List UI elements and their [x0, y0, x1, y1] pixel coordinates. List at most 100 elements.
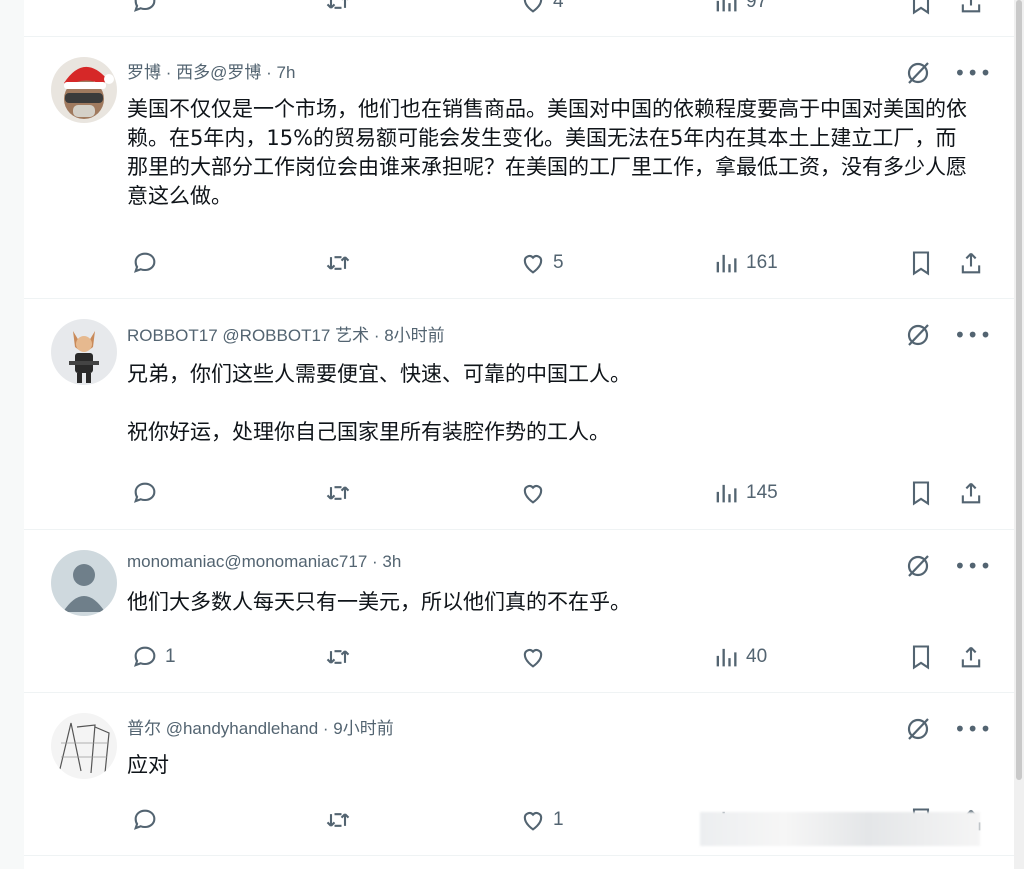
- heart-icon: [523, 649, 543, 668]
- separator: ·: [261, 63, 277, 82]
- author-name[interactable]: monomaniac@monomaniac717: [127, 552, 367, 571]
- reply-icon: [133, 809, 156, 830]
- view-count: 161: [746, 252, 778, 273]
- view-count: 145: [746, 482, 778, 503]
- like-count: 5: [553, 252, 564, 273]
- obscured-region: [700, 812, 980, 846]
- more-icon[interactable]: •••: [954, 63, 992, 83]
- share-button[interactable]: [957, 641, 985, 673]
- share-button[interactable]: [957, 477, 985, 509]
- views-icon: [716, 254, 737, 273]
- heart-icon: [523, 812, 543, 831]
- avatar[interactable]: [51, 57, 117, 123]
- repost-button[interactable]: [324, 477, 358, 509]
- reply-button[interactable]: [131, 804, 165, 836]
- action-bar: 145: [24, 477, 1014, 509]
- reply-icon: [133, 252, 156, 273]
- share-button[interactable]: [957, 247, 985, 279]
- share-icon: [961, 0, 981, 13]
- like-button[interactable]: [519, 477, 553, 509]
- like-count: 4: [553, 0, 564, 12]
- grok-icon[interactable]: [904, 321, 932, 349]
- avatar[interactable]: [51, 550, 117, 616]
- post-menu: •••: [904, 715, 991, 745]
- like-button[interactable]: [519, 641, 553, 673]
- grok-icon[interactable]: [904, 59, 932, 87]
- repost-icon: [326, 0, 349, 9]
- post-text: 兄弟，你们这些人需要便宜、快速、可靠的中国工人。 祝你好运，处理你自己国家里所有…: [127, 362, 631, 444]
- post-menu: •••: [904, 552, 991, 582]
- author-name[interactable]: 罗博 · 西多@罗博: [127, 63, 261, 82]
- action-bar: 5 161: [24, 247, 1014, 279]
- post[interactable]: 罗博 · 西多@罗博 · 7h ••• 美国不仅仅是一个市场，他们也在销售商品。…: [24, 37, 1014, 298]
- action-bar: 4 97: [24, 0, 1014, 18]
- views-button[interactable]: 161: [712, 247, 778, 279]
- scrollbar-thumb[interactable]: [1016, 0, 1022, 780]
- views-icon: [716, 0, 737, 12]
- repost-button[interactable]: [324, 247, 358, 279]
- share-button[interactable]: [957, 0, 985, 18]
- grok-icon[interactable]: [904, 715, 932, 743]
- share-icon: [961, 646, 981, 668]
- share-icon: [961, 482, 981, 504]
- bookmark-button[interactable]: [907, 247, 935, 279]
- bookmark-button[interactable]: [907, 477, 935, 509]
- more-icon[interactable]: •••: [954, 719, 992, 739]
- bookmark-button[interactable]: [907, 641, 935, 673]
- reply-button[interactable]: 1: [131, 641, 176, 673]
- timeline-column: 4 97 罗博 · 西多@罗博 · 7h ••• 美国不仅仅是一个市场，他们也在…: [24, 0, 1014, 869]
- author-name[interactable]: 普尔 @handyhandlehand: [127, 719, 318, 738]
- avatar-sketch-image: [51, 713, 117, 779]
- reply-count: 1: [165, 646, 176, 667]
- post-time[interactable]: 7h: [276, 63, 295, 82]
- views-button[interactable]: 97: [712, 0, 767, 18]
- avatar-santa-hat-image: [51, 57, 117, 123]
- avatar-fox-figure-image: [51, 319, 117, 385]
- author-name[interactable]: ROBBOT17 @ROBBOT17 艺术: [127, 326, 369, 345]
- like-button[interactable]: 5: [519, 247, 564, 279]
- reply-button[interactable]: [131, 0, 159, 18]
- post-menu: •••: [904, 59, 991, 89]
- post-header: 罗博 · 西多@罗博 · 7h: [127, 58, 295, 83]
- repost-button[interactable]: [324, 804, 358, 836]
- post-text: 美国不仅仅是一个市场，他们也在销售商品。美国对中国的依赖程度要高于中国对美国的依…: [127, 97, 967, 208]
- post-menu: •••: [904, 321, 991, 351]
- post-time[interactable]: 8小时前: [384, 326, 444, 345]
- reply-icon: [133, 482, 156, 503]
- post-header: 普尔 @handyhandlehand · 9小时前: [127, 714, 394, 739]
- post-time[interactable]: 3h: [382, 552, 401, 571]
- divider: [24, 855, 1014, 856]
- heart-icon: [523, 0, 543, 13]
- post-text: 他们大多数人每天只有一美元，所以他们真的不在乎。: [127, 590, 631, 614]
- views-button[interactable]: 145: [712, 477, 778, 509]
- scrollbar[interactable]: [1014, 0, 1024, 869]
- more-icon[interactable]: •••: [954, 556, 992, 576]
- like-button[interactable]: 4: [519, 0, 564, 18]
- post[interactable]: ROBBOT17 @ROBBOT17 艺术 · 8小时前 ••• 兄弟，你们这些…: [24, 299, 1014, 529]
- views-button[interactable]: 40: [712, 641, 767, 673]
- more-icon[interactable]: •••: [954, 325, 992, 345]
- reply-button[interactable]: [131, 477, 165, 509]
- reply-icon: [133, 646, 156, 667]
- like-button[interactable]: 1: [519, 804, 564, 836]
- bookmark-button[interactable]: [907, 0, 935, 18]
- post[interactable]: monomaniac@monomaniac717 · 3h ••• 他们大多数人…: [24, 530, 1014, 692]
- repost-icon: [326, 650, 350, 664]
- avatar[interactable]: [51, 319, 117, 385]
- reply-icon: [133, 0, 156, 12]
- repost-icon: [326, 256, 350, 270]
- repost-icon: [326, 813, 350, 827]
- post-header: monomaniac@monomaniac717 · 3h: [127, 552, 401, 572]
- action-bar: 1 40: [24, 641, 1014, 673]
- reply-button[interactable]: [131, 247, 165, 279]
- avatar[interactable]: [51, 713, 117, 779]
- repost-button[interactable]: [324, 0, 352, 18]
- bookmark-icon: [912, 251, 930, 276]
- view-count: 97: [746, 0, 768, 12]
- post-time[interactable]: 9小时前: [333, 719, 393, 738]
- separator: ·: [369, 326, 385, 345]
- separator: ·: [318, 719, 334, 738]
- bookmark-icon: [912, 0, 930, 15]
- grok-icon[interactable]: [904, 552, 932, 580]
- repost-button[interactable]: [324, 641, 358, 673]
